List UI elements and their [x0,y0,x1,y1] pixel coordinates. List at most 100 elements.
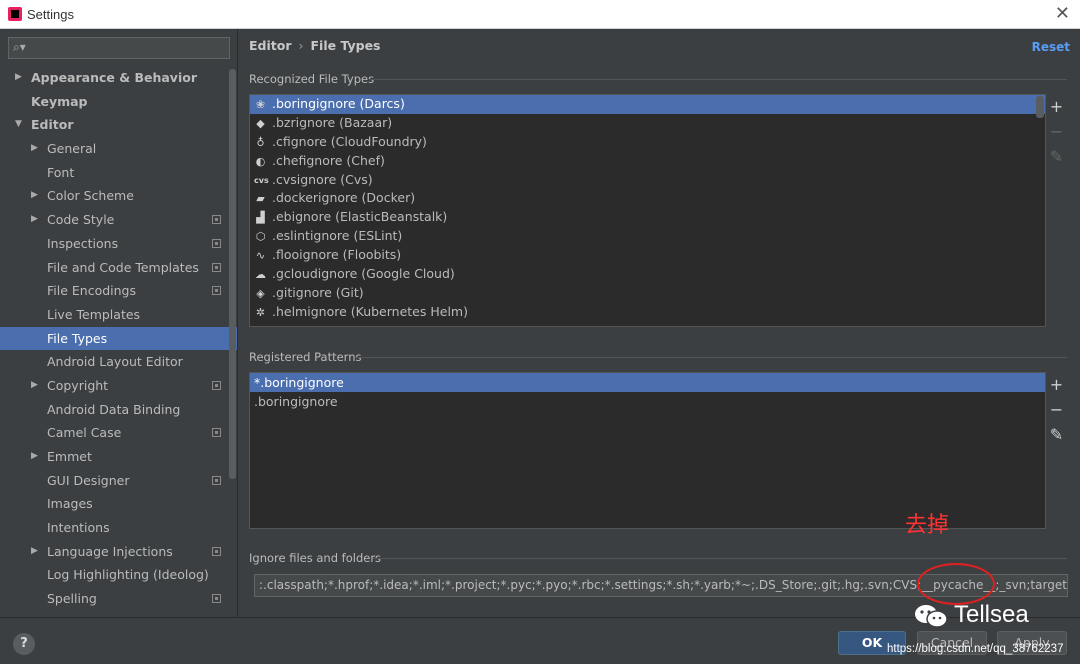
watermark-text: Tellsea [954,601,1029,628]
sidebar-item[interactable]: Camel Case [0,421,237,445]
sidebar-item[interactable]: Inspections [0,232,237,256]
sidebar-item[interactable]: Intentions [0,516,237,540]
sidebar-item[interactable]: GUI Designer [0,469,237,493]
file-type-row[interactable]: ▰ .dockerignore (Docker) [250,189,1045,208]
add-file-type-button[interactable]: + [1046,94,1067,119]
chevron-right-icon[interactable]: ▶ [31,374,38,398]
intellij-logo-icon [8,7,22,21]
pattern-row[interactable]: *.boringignore [250,373,1045,392]
help-button[interactable]: ? [13,633,35,655]
file-type-label: .bzrignore (Bazaar) [272,114,393,130]
file-type-row[interactable]: ▟ .ebignore (ElasticBeanstalk) [250,208,1045,227]
breadcrumb-separator: › [298,38,304,53]
patterns-toolbar: + − ✎ [1045,372,1067,529]
edit-pattern-button[interactable]: ✎ [1046,422,1067,447]
eslint-icon: ⬡ [255,230,266,244]
file-type-row[interactable]: ♁ .cfignore (CloudFoundry) [250,133,1045,152]
watermark-url: https://blog.csdn.net/qq_38762237 [887,643,1064,655]
sidebar-item-label: Intentions [47,520,110,536]
file-type-label: .dockerignore (Docker) [272,190,416,206]
sidebar-item[interactable]: File and Code Templates [0,256,237,280]
sidebar-item[interactable]: Live Templates [0,303,237,327]
chevron-right-icon[interactable]: ▶ [31,445,38,469]
search-input[interactable]: ⌕▾ [8,37,230,59]
sidebar-item[interactable]: Font [0,161,237,185]
sidebar-item[interactable]: ▶ Appearance & Behavior [0,66,237,90]
sidebar-item[interactable]: File Types [0,326,237,351]
reset-link[interactable]: Reset [1032,40,1070,54]
sidebar-item[interactable]: File Encodings [0,279,237,303]
file-type-row[interactable]: ◆ .bzrignore (Bazaar) [250,114,1045,133]
file-type-row[interactable]: ✲ .helmignore (Kubernetes Helm) [250,303,1045,322]
sidebar-item[interactable]: Images [0,492,237,516]
breadcrumb: Editor › File Types [249,38,381,53]
sidebar-item-label: General [47,141,97,157]
file-type-label: .gcloudignore (Google Cloud) [272,266,455,282]
file-type-row[interactable]: ❀ .boringignore (Darcs) [250,95,1045,114]
sidebar-item-label: Keymap [31,93,88,109]
sidebar-item[interactable]: ▶ Code Style [0,208,237,232]
sidebar-item[interactable]: Spelling [0,587,237,611]
window-title: Settings [27,7,74,22]
chevron-down-icon[interactable]: ▼ [15,113,22,137]
sidebar-item[interactable]: ▶ General [0,137,237,161]
sidebar-item[interactable]: Android Layout Editor [0,350,237,374]
remove-pattern-button[interactable]: − [1046,397,1067,422]
file-type-row[interactable]: ☁ .gcloudignore (Google Cloud) [250,265,1045,284]
project-scope-icon [212,238,221,248]
chevron-right-icon[interactable]: ▶ [31,208,38,232]
chevron-right-icon[interactable]: ▶ [31,184,38,208]
sidebar-item[interactable]: Android Data Binding [0,398,237,422]
sidebar-scrollbar[interactable] [229,69,236,479]
settings-tree: ▶ Appearance & Behavior Keymap ▼ Editor ▶ Gene… [0,66,237,617]
sidebar-item-label: Spelling [47,591,97,607]
add-pattern-button[interactable]: + [1046,372,1067,397]
close-icon[interactable]: ✕ [1055,4,1070,24]
sidebar-item-label: Android Data Binding [47,401,181,417]
remove-file-type-button[interactable]: − [1046,119,1067,144]
section-divider [373,558,1067,559]
title-bar: Settings ✕ [0,0,1080,29]
chevron-right-icon[interactable]: ▶ [31,137,38,161]
sidebar-item-label: GUI Designer [47,472,130,488]
sidebar-item-label: Android Layout Editor [47,354,183,370]
sidebar-item-label: Code Style [47,212,115,228]
recognized-file-types-list[interactable]: ❀ .boringignore (Darcs) ◆ .bzrignore (Bazaa… [249,94,1046,327]
watermark-brand: Tellsea [914,601,1029,629]
breadcrumb-parent[interactable]: Editor [249,38,292,53]
sidebar-item-label: File and Code Templates [47,259,199,275]
project-scope-icon [212,594,221,604]
project-scope-icon [212,286,221,296]
sidebar-item-label: Language Injections [47,543,173,559]
file-type-label: .chefignore (Chef) [272,152,385,168]
file-type-label: .cfignore (CloudFoundry) [272,133,427,149]
project-scope-icon [212,546,221,556]
git-icon: ◈ [256,286,265,300]
file-type-label: .boringignore (Darcs) [272,96,405,111]
file-type-row[interactable]: ∿ .flooignore (Floobits) [250,246,1045,265]
chevron-right-icon[interactable]: ▶ [15,66,22,90]
sidebar-item[interactable]: ▼ Editor [0,113,237,137]
project-scope-icon [212,475,221,485]
sidebar-item[interactable]: ▶ Color Scheme [0,184,237,208]
sidebar-item[interactable]: ▶ Copyright [0,374,237,398]
sidebar-item-label: Copyright [47,377,109,393]
registered-patterns-list[interactable]: *.boringignore .boringignore [249,372,1046,529]
pattern-row[interactable]: .boringignore [250,392,1045,411]
breadcrumb-current: File Types [310,38,381,53]
file-type-row[interactable]: cvs .cvsignore (Cvs) [250,171,1045,190]
sidebar-item[interactable]: ▶ Emmet [0,445,237,469]
annotation-circle [917,563,995,605]
recognized-list-scrollbar[interactable] [1036,96,1044,118]
elasticbeanstalk-icon: ▟ [256,211,265,225]
sidebar-item-label: Color Scheme [47,188,134,204]
sidebar-item[interactable]: Keymap [0,90,237,114]
sidebar-item[interactable]: ▶ Language Injections [0,540,237,564]
project-scope-icon [212,262,221,272]
file-type-row[interactable]: ⬡ .eslintignore (ESLint) [250,227,1045,246]
edit-file-type-button[interactable]: ✎ [1046,144,1067,169]
file-type-row[interactable]: ◈ .gitignore (Git) [250,284,1045,303]
file-type-row[interactable]: ◐ .chefignore (Chef) [250,152,1045,171]
sidebar-item[interactable]: Log Highlighting (Ideolog) [0,563,237,587]
chevron-right-icon[interactable]: ▶ [31,540,38,564]
